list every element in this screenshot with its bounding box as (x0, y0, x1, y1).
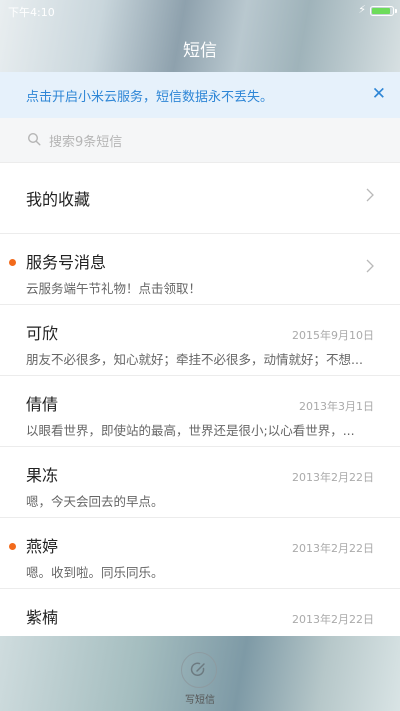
contact-name: 可欣 (26, 324, 59, 343)
search-icon (27, 132, 41, 146)
list-item[interactable]: 燕婷嗯。收到啦。同乐同乐。 2013年2月22日 (0, 518, 400, 589)
message-preview: 云服务端午节礼物！点击领取！ (26, 281, 202, 296)
compose-icon (190, 662, 205, 677)
list-item[interactable]: 我的收藏 (0, 163, 400, 234)
list-item[interactable]: 服务号消息云服务端午节礼物！点击领取！ (0, 234, 400, 305)
contact-name: 我的收藏 (26, 190, 91, 209)
message-preview: 朋友不必很多，知心就好；牵挂不必很多，动情就好；不想... (26, 352, 363, 367)
bottom-bar: 写短信 (0, 636, 400, 711)
list-item[interactable]: 果冻嗯，今天会回去的早点。 2013年2月22日 (0, 447, 400, 518)
chevron-right-icon (366, 259, 374, 273)
message-date: 2013年2月22日 (292, 542, 374, 555)
status-time: 下午4:10 (8, 6, 55, 19)
message-preview: 以眼看世界，即使站的最高，世界还是很小;以心看世界，... (26, 423, 355, 438)
close-icon[interactable]: ✕ (372, 84, 386, 104)
compose-button[interactable] (181, 652, 217, 688)
contact-name: 果冻 (26, 466, 59, 485)
message-date: 2013年2月22日 (292, 613, 374, 626)
unread-dot (9, 543, 16, 550)
cloud-service-banner[interactable]: 点击开启小米云服务，短信数据永不丢失。 ✕ (0, 72, 400, 118)
list-item[interactable]: 倩倩以眼看世界，即使站的最高，世界还是很小;以心看世界，... 2013年3月1日 (0, 376, 400, 447)
list-item[interactable]: 可欣朋友不必很多，知心就好；牵挂不必很多，动情就好；不想... 2015年9月10… (0, 305, 400, 376)
message-date: 2013年3月1日 (299, 400, 374, 413)
message-date: 2013年2月22日 (292, 471, 374, 484)
search-bar[interactable]: 搜索9条短信 (0, 118, 400, 163)
contact-name: 倩倩 (26, 395, 59, 414)
charging-icon: ⚡ (358, 3, 366, 16)
contact-name: 燕婷 (26, 537, 59, 556)
message-preview: 嗯，今天会回去的早点。 (26, 494, 164, 509)
status-bar: 下午4:10 ⚡ (0, 0, 400, 22)
message-preview: 嗯。收到啦。同乐同乐。 (26, 565, 164, 580)
conversation-list: 我的收藏 服务号消息 云服务端午节礼物！点击领取！ 可欣 朋友不必很多，知心就好；牵挂不… (0, 163, 400, 660)
compose-label[interactable]: 写短信 (0, 691, 400, 706)
battery-icon (370, 6, 397, 16)
search-placeholder[interactable]: 搜索9条短信 (49, 131, 122, 150)
unread-dot (9, 259, 16, 266)
chevron-right-icon (366, 188, 374, 202)
message-date: 2015年9月10日 (292, 329, 374, 342)
contact-name: 服务号消息 (26, 253, 107, 272)
page-title: 短信 (183, 41, 217, 61)
banner-text[interactable]: 点击开启小米云服务，短信数据永不丢失。 (26, 86, 273, 105)
header: 下午4:10 ⚡ 短信 (0, 0, 400, 72)
contact-name: 紫楠 (26, 608, 59, 627)
